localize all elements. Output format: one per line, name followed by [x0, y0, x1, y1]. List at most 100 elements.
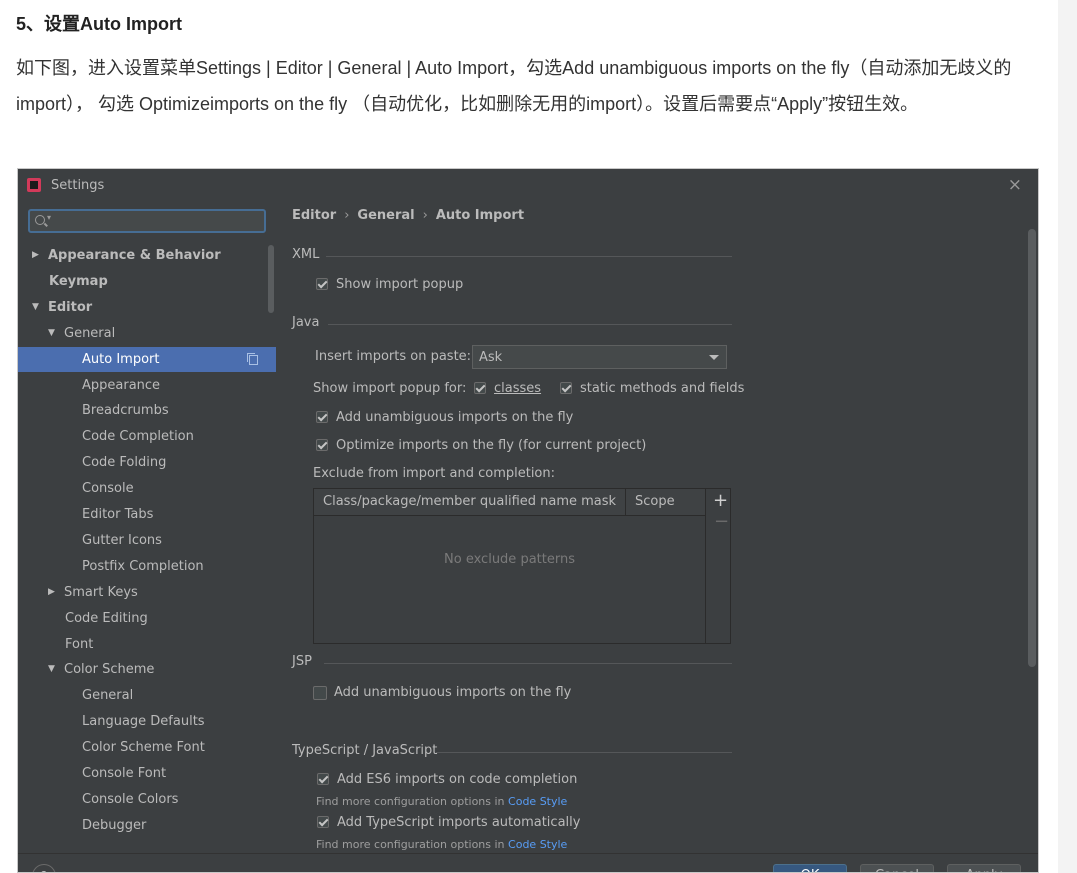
- checkbox-label: classes: [494, 381, 542, 396]
- article: 5、设置Auto Import 如下图，进入设置菜单Settings | Edi…: [0, 0, 1058, 873]
- sidebar-item[interactable]: Code Folding: [18, 450, 276, 475]
- remove-icon[interactable]: −: [714, 511, 729, 532]
- table-toolbar: + −: [705, 489, 732, 643]
- checkbox-box[interactable]: [316, 439, 328, 451]
- add-icon[interactable]: +: [713, 490, 728, 511]
- sidebar-item[interactable]: Debugger: [18, 813, 276, 838]
- article-paragraph: 如下图，进入设置菜单Settings | Editor | General | …: [16, 58, 1012, 114]
- settings-content: Editor › General › Auto Import XML Show impo…: [276, 203, 1038, 853]
- sidebar-item-label: Smart Keys: [64, 584, 138, 600]
- cancel-button[interactable]: Cancel: [860, 864, 934, 872]
- insert-imports-select[interactable]: Ask: [472, 345, 727, 369]
- code-style-link[interactable]: Code Style: [508, 838, 567, 851]
- sidebar-item-label: Appearance: [82, 377, 161, 393]
- help-button[interactable]: ?: [32, 864, 56, 872]
- select-value: Ask: [479, 350, 503, 365]
- sidebar-item-label: Code Completion: [82, 429, 194, 445]
- expanded-arrow-icon[interactable]: ▼: [48, 657, 64, 682]
- sidebar-item-label: General: [64, 325, 116, 341]
- sidebar-item-label: Debugger: [82, 817, 147, 833]
- sidebar-item[interactable]: ▼ Color Scheme: [18, 657, 276, 682]
- sidebar-item[interactable]: Console: [18, 476, 276, 501]
- dialog-titlebar: Settings ×: [18, 169, 1038, 203]
- sidebar-item-label: Font: [65, 636, 94, 652]
- sidebar-item-label: Postfix Completion: [82, 558, 204, 574]
- checkbox-box[interactable]: [560, 382, 572, 394]
- divider: [326, 256, 732, 257]
- checkbox-label: Add TypeScript imports automatically: [337, 815, 581, 830]
- sidebar-item[interactable]: ▼ Editor: [18, 295, 276, 320]
- typescript-hint: Find more configuration options in Code …: [316, 838, 567, 851]
- sidebar-item[interactable]: Keymap: [18, 269, 276, 294]
- sidebar-item-label: Console: [82, 481, 134, 497]
- sidebar-item[interactable]: Color Scheme Font: [18, 735, 276, 760]
- sidebar-item[interactable]: Editor Tabs: [18, 502, 276, 527]
- checkbox-box[interactable]: [313, 686, 327, 700]
- dialog-title: Settings: [51, 178, 105, 193]
- section-typescript: TypeScript / JavaScript: [292, 743, 438, 758]
- sidebar-item-label: Auto Import: [82, 351, 160, 367]
- checkbox-box[interactable]: [317, 816, 329, 828]
- breadcrumb-editor[interactable]: Editor: [292, 208, 336, 223]
- divider: [324, 663, 732, 664]
- sidebar-item[interactable]: General: [18, 683, 276, 708]
- checkbox-box[interactable]: [474, 382, 486, 394]
- column-header-mask[interactable]: Class/package/member qualified name mask: [323, 494, 616, 509]
- content-scrollbar[interactable]: [1028, 229, 1036, 667]
- search-dropdown-icon[interactable]: ▾: [47, 213, 51, 222]
- sidebar-item-label: General: [82, 688, 134, 704]
- checkbox-box[interactable]: [317, 773, 329, 785]
- sidebar-item[interactable]: Font: [18, 632, 276, 657]
- column-header-scope-cell[interactable]: Scope: [625, 489, 706, 515]
- sidebar-item-label: Console Font: [82, 766, 167, 781]
- sidebar-item-label: Gutter Icons: [82, 532, 162, 548]
- settings-sidebar: ▾ ▶ Appearance & Behavior Keymap ▼ Editor ▼ Ge…: [18, 203, 276, 853]
- insert-imports-label: Insert imports on paste:: [315, 349, 472, 364]
- sidebar-item[interactable]: ▼ General: [18, 321, 276, 346]
- exclude-label: Exclude from import and completion:: [313, 466, 555, 481]
- sidebar-item-label: Keymap: [49, 273, 108, 289]
- expanded-arrow-icon[interactable]: ▼: [32, 295, 48, 320]
- collapsed-arrow-icon[interactable]: ▶: [48, 580, 64, 605]
- sidebar-item[interactable]: Code Editing: [18, 606, 276, 631]
- sidebar-item[interactable]: Postfix Completion: [18, 554, 276, 579]
- sidebar-item-label: Color Scheme: [64, 662, 155, 678]
- settings-search-input[interactable]: ▾: [28, 209, 266, 233]
- apply-button[interactable]: Apply: [947, 864, 1021, 872]
- checkbox-label: Add unambiguous imports on the fly: [336, 410, 574, 425]
- sidebar-item-label: Editor: [48, 299, 93, 315]
- sidebar-item[interactable]: Breadcrumbs: [18, 398, 276, 423]
- settings-dialog: Settings × ▾ ▶ Appearance & Behavior Keyma…: [17, 168, 1039, 873]
- checkbox-box[interactable]: [316, 278, 328, 290]
- expanded-arrow-icon[interactable]: ▼: [48, 321, 64, 346]
- dialog-footer: ? OK Cancel Apply: [18, 853, 1038, 872]
- checkbox-label: Optimize imports on the fly (for current…: [336, 438, 647, 453]
- checkbox-label: Add unambiguous imports on the fly: [334, 685, 572, 700]
- code-style-link[interactable]: Code Style: [508, 795, 567, 808]
- sidebar-item[interactable]: Console Colors: [18, 787, 276, 812]
- close-icon[interactable]: ×: [1008, 175, 1022, 195]
- breadcrumb-general[interactable]: General: [357, 208, 414, 223]
- sidebar-item-label: Code Editing: [65, 610, 148, 626]
- sidebar-item-label: Appearance & Behavior: [48, 248, 221, 263]
- hint-text: Find more configuration options in: [316, 838, 509, 851]
- sidebar-item[interactable]: Auto Import: [18, 346, 276, 372]
- ok-button[interactable]: OK: [773, 864, 847, 872]
- breadcrumb-separator: ›: [422, 208, 428, 223]
- checkbox-box[interactable]: [316, 411, 328, 423]
- collapsed-arrow-icon[interactable]: ▶: [32, 243, 48, 268]
- sidebar-item[interactable]: Code Completion: [18, 424, 276, 449]
- sidebar-item[interactable]: Console Font: [18, 761, 276, 786]
- empty-table-text: No exclude patterns: [444, 552, 575, 567]
- breadcrumb-separator: ›: [344, 208, 350, 223]
- sidebar-item[interactable]: ▶ Smart Keys: [18, 580, 276, 605]
- article-heading: 5、设置Auto Import: [16, 14, 182, 34]
- breadcrumb: Editor › General › Auto Import: [292, 208, 524, 223]
- sidebar-item[interactable]: Appearance: [18, 373, 276, 398]
- sidebar-item[interactable]: Language Defaults: [18, 709, 276, 734]
- intellij-app-icon: [27, 178, 41, 192]
- sidebar-item[interactable]: Gutter Icons: [18, 528, 276, 553]
- sidebar-item[interactable]: ▶ Appearance & Behavior: [18, 243, 276, 268]
- popup-for-label: Show import popup for:: [313, 381, 467, 396]
- exclude-table[interactable]: Class/package/member qualified name mask…: [313, 488, 731, 644]
